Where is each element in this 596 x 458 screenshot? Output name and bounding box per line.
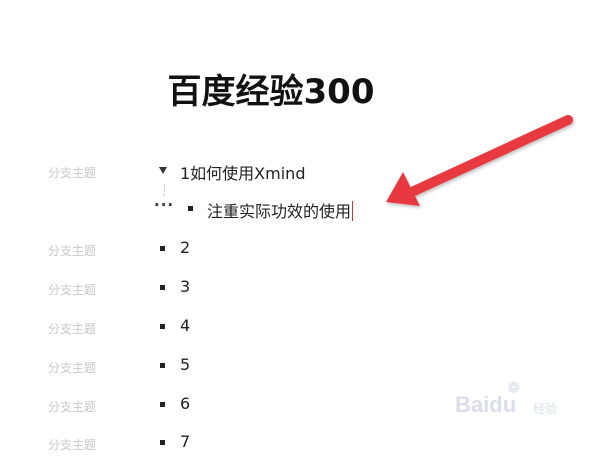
baidu-watermark-logo: ❁ Baidu 经验 — [455, 378, 590, 418]
annotation-arrow-icon — [386, 115, 573, 206]
watermark-suffix: 经验 — [533, 402, 558, 416]
watermark-brand: Baidu — [455, 392, 517, 417]
